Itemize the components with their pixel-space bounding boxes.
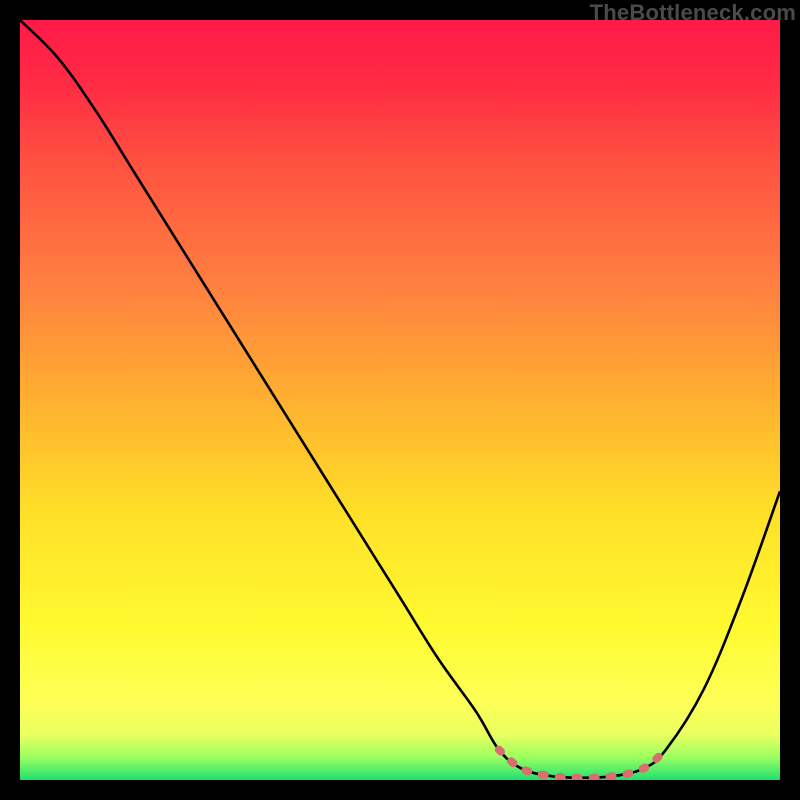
chart-container: TheBottleneck.com [0, 0, 800, 800]
plot-area [20, 20, 780, 780]
watermark-text: TheBottleneck.com [590, 0, 796, 26]
gradient-background [20, 20, 780, 780]
chart-svg [20, 20, 780, 780]
